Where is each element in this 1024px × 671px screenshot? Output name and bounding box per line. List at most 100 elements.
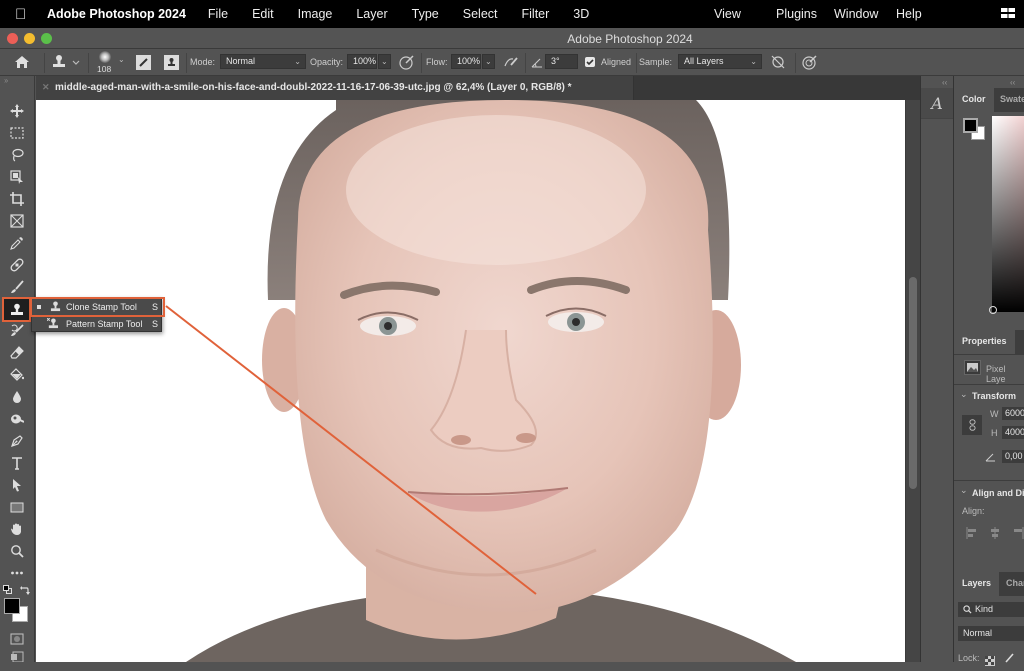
opacity-slider-toggle[interactable]: ⌄ (378, 54, 391, 69)
layer-filter-dropdown[interactable]: Kind (958, 602, 1024, 617)
brush-angle-field[interactable]: 3° (545, 54, 578, 69)
checkmark-icon (586, 59, 594, 66)
menu-layer[interactable]: Layer (356, 7, 387, 21)
tab-channels[interactable]: Char (1006, 572, 1024, 594)
width-field[interactable]: 6000 (1002, 407, 1024, 420)
brush-icon (1005, 653, 1014, 663)
menu-window[interactable]: Window (834, 7, 896, 21)
hand-tool[interactable] (5, 519, 29, 539)
tab-properties[interactable]: Properties (954, 330, 1015, 354)
flow-slider-toggle[interactable]: ⌄ (482, 54, 495, 69)
align-right-edges-button[interactable] (1012, 527, 1024, 539)
align-horizontal-centers-button[interactable] (989, 527, 1001, 539)
brush-settings-toggle[interactable] (136, 55, 151, 70)
menu-plugins[interactable]: Plugins (776, 7, 834, 21)
document-tab[interactable]: ✕ middle-aged-man-with-a-smile-on-his-fa… (36, 76, 634, 100)
align-left-edges-button[interactable] (966, 527, 978, 539)
marquee-tool[interactable] (5, 123, 29, 143)
link-dimensions-button[interactable] (962, 415, 982, 435)
brush-preset-picker[interactable]: 108 ⌄ (95, 51, 127, 75)
eyedropper-tool[interactable] (5, 233, 29, 253)
menu-app-name[interactable]: Adobe Photoshop 2024 (47, 7, 186, 21)
pressure-size-button[interactable] (801, 54, 818, 71)
expand-panels-icon[interactable]: ‹‹ (942, 78, 947, 87)
default-colors-button[interactable] (3, 585, 12, 594)
flyout-item-pattern-stamp[interactable]: Pattern Stamp Tool S (32, 316, 163, 332)
edit-toolbar-button[interactable] (5, 563, 29, 583)
move-tool[interactable] (5, 101, 29, 121)
tab-swatches[interactable]: Swate (1000, 88, 1024, 110)
ignore-adjustment-layers-button[interactable] (770, 54, 786, 70)
collapse-toolbar-icon[interactable]: ›› (4, 76, 8, 85)
quick-mask-button[interactable] (5, 629, 29, 649)
rotation-field[interactable]: 0,00 (1002, 450, 1024, 463)
type-tool[interactable] (5, 453, 29, 473)
mode-dropdown[interactable]: Normal ⌄ (220, 54, 306, 69)
menu-image[interactable]: Image (298, 7, 333, 21)
screen-mode-button[interactable] (5, 650, 29, 662)
blur-tool[interactable] (5, 387, 29, 407)
swap-colors-button[interactable] (19, 583, 30, 595)
flow-label: Flow: (426, 57, 448, 67)
stamp-icon (50, 301, 61, 312)
tab-color[interactable]: Color (954, 88, 994, 112)
zoom-tool[interactable] (5, 541, 29, 561)
history-brush-tool[interactable] (5, 321, 29, 341)
bandage-icon (10, 258, 24, 272)
align-heading: Align and Di (972, 488, 1024, 498)
close-document-icon[interactable]: ✕ (42, 82, 50, 93)
expand-right-dock-icon[interactable]: ‹‹ (1010, 78, 1015, 87)
color-picker-field[interactable] (992, 116, 1024, 312)
menu-edit[interactable]: Edit (252, 7, 274, 21)
pen-tool[interactable] (5, 431, 29, 451)
home-button[interactable] (14, 54, 32, 70)
healing-brush-tool[interactable] (5, 255, 29, 275)
clone-source-toggle[interactable] (164, 55, 179, 70)
dodge-tool[interactable] (5, 409, 29, 429)
menu-select[interactable]: Select (463, 7, 498, 21)
apple-menu-icon[interactable]:  (15, 6, 33, 23)
lasso-tool[interactable] (5, 145, 29, 165)
menu-view[interactable]: View (714, 7, 776, 21)
chevron-down-icon[interactable]: ⌄ (960, 485, 968, 496)
aligned-checkbox[interactable] (585, 57, 595, 67)
sample-dropdown[interactable]: All Layers ⌄ (678, 54, 762, 69)
control-center-icon[interactable] (1000, 7, 1016, 20)
document-canvas[interactable] (36, 100, 905, 662)
lasso-icon (12, 148, 24, 162)
eraser-tool[interactable] (5, 343, 29, 363)
properties-layer-type: Pixel Laye (954, 354, 1024, 384)
sample-label: Sample: (639, 57, 673, 67)
flow-field[interactable]: 100% (451, 54, 481, 69)
blend-mode-dropdown[interactable]: Normal (958, 626, 1024, 641)
mode-value: Normal (226, 56, 256, 66)
scrollbar-thumb[interactable] (909, 277, 917, 489)
rectangle-tool[interactable] (5, 497, 29, 517)
object-selection-tool[interactable] (5, 167, 29, 187)
align-center-icon (991, 527, 999, 539)
color-panel-fg-swatch[interactable] (963, 118, 978, 133)
menu-3d[interactable]: 3D (573, 7, 589, 21)
menu-type[interactable]: Type (412, 7, 439, 21)
menu-help[interactable]: Help (896, 7, 966, 21)
menu-filter[interactable]: Filter (522, 7, 550, 21)
foreground-color-swatch[interactable] (4, 598, 20, 614)
frame-tool[interactable] (5, 211, 29, 231)
crop-tool[interactable] (5, 189, 29, 209)
lock-image-pixels-button[interactable] (1003, 651, 1014, 663)
flyout-item-clone-stamp[interactable]: Clone Stamp Tool S (30, 297, 165, 317)
paint-bucket-tool[interactable] (5, 365, 29, 385)
chevron-down-icon[interactable]: ⌄ (960, 389, 968, 400)
clone-stamp-tool[interactable] (2, 297, 31, 322)
glyphs-panel-button[interactable]: A (921, 88, 953, 119)
opacity-field[interactable]: 100% (347, 54, 377, 69)
path-selection-tool[interactable] (5, 475, 29, 495)
airbrush-button[interactable] (502, 54, 519, 71)
pressure-opacity-button[interactable] (398, 54, 415, 71)
brush-tool[interactable] (5, 277, 29, 297)
menu-file[interactable]: File (208, 7, 228, 21)
tool-preset-picker[interactable] (52, 54, 82, 70)
tab-layers[interactable]: Layers (954, 572, 1000, 596)
vertical-scrollbar[interactable] (905, 100, 920, 662)
height-field[interactable]: 4000 (1002, 426, 1024, 439)
